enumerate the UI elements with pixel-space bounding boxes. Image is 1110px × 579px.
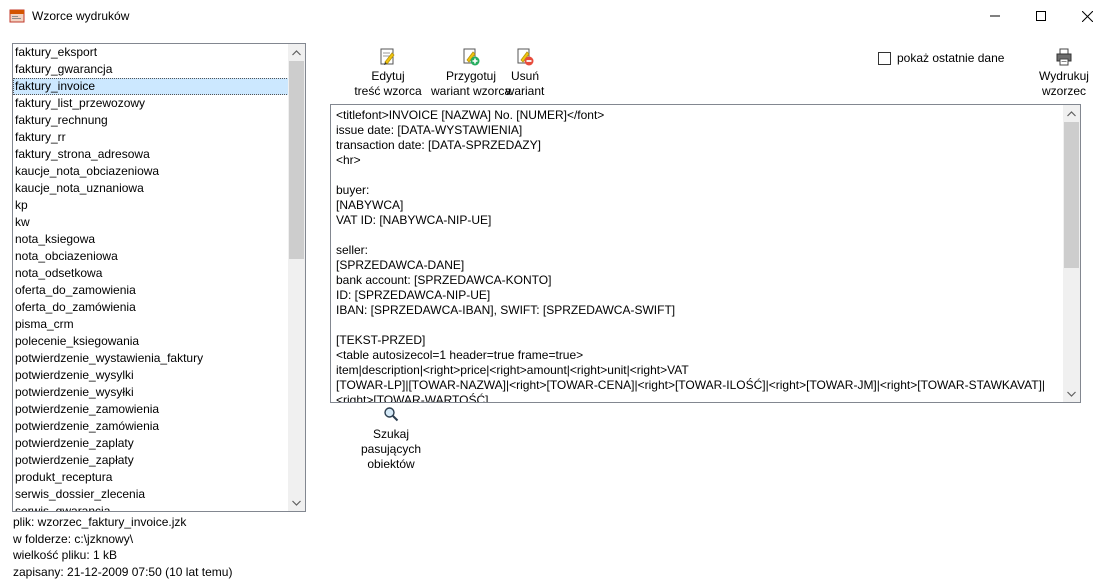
list-item[interactable]: polecenie_ksiegowania xyxy=(13,333,289,350)
editor-scrollbar[interactable] xyxy=(1063,105,1080,402)
editor-line: [NABYWCA] xyxy=(336,198,404,212)
chevron-down-icon xyxy=(1067,391,1076,397)
editor-line: <table autosizecol=1 header=true frame=t… xyxy=(336,348,584,362)
folder-text: w folderze: c:\jzknowy\ xyxy=(13,531,134,546)
scroll-thumb[interactable] xyxy=(289,61,304,259)
list-item[interactable]: nota_obciazeniowa xyxy=(13,248,289,265)
list-item[interactable]: kaucje_nota_obciazeniowa xyxy=(13,163,289,180)
magnifier-icon xyxy=(384,407,399,422)
list-item[interactable]: oferta_do_zamówienia xyxy=(13,299,289,316)
editor-line: item|description|<right>price|<right>amo… xyxy=(336,363,689,377)
print-template-button[interactable]: Wydrukuj wzorzec xyxy=(1034,48,1094,99)
maximize-button[interactable] xyxy=(1018,0,1064,32)
list-item[interactable]: faktury_invoice xyxy=(13,78,289,95)
list-item[interactable]: faktury_rr xyxy=(13,129,289,146)
delete-variant-icon xyxy=(517,48,534,66)
chevron-down-icon xyxy=(292,500,301,506)
list-item[interactable]: kp xyxy=(13,197,289,214)
saved-date-text: zapisany: 21-12-2009 07:50 (10 lat temu) xyxy=(13,564,233,579)
list-item[interactable]: potwierdzenie_zaplaty xyxy=(13,435,289,452)
editor-scroll-up-button[interactable] xyxy=(1063,105,1080,122)
checkbox-box[interactable] xyxy=(878,51,891,65)
list-item[interactable]: pisma_crm xyxy=(13,316,289,333)
editor-line: IBAN: [SPRZEDAWCA-IBAN], SWIFT: [SPRZEDA… xyxy=(336,303,676,317)
chevron-up-icon xyxy=(1067,110,1076,116)
delete-variant-button[interactable]: Usuń wariant xyxy=(500,48,550,99)
search-label-line1: Szukaj xyxy=(372,427,410,441)
edit-template-button[interactable]: Edytuj treść wzorca xyxy=(346,48,430,99)
list-item[interactable]: potwierdzenie_wysyłki xyxy=(13,384,289,401)
editor-line: buyer: xyxy=(336,183,370,197)
scroll-up-button[interactable] xyxy=(288,44,305,61)
search-matching-objects-button[interactable]: Szukaj pasujących obiektów xyxy=(336,406,446,472)
list-item[interactable]: nota_ksiegowa xyxy=(13,231,289,248)
file-name-text: plik: wzorzec_faktury_invoice.jzk xyxy=(13,515,187,529)
close-icon xyxy=(1081,10,1093,22)
editor-scroll-down-button[interactable] xyxy=(1063,385,1080,402)
editor-line: [TOWAR-LP]|[TOWAR-NAZWA]|<right>[TOWAR-C… xyxy=(336,378,1046,392)
editor-line: [SPRZEDAWCA-DANE] xyxy=(336,258,465,272)
editor-line: <titlefont>INVOICE [NAZWA] No. [NUMER]</… xyxy=(336,108,605,122)
list-item[interactable]: serwis_gwarancja xyxy=(13,503,289,511)
chevron-up-icon xyxy=(292,49,301,55)
window-title: Wzorce wydruków xyxy=(32,9,130,23)
edit-icon xyxy=(380,48,395,65)
list-item[interactable]: faktury_list_przewozowy xyxy=(13,95,289,112)
editor-line: seller: xyxy=(336,243,369,257)
scroll-down-button[interactable] xyxy=(288,494,305,511)
editor-scroll-thumb[interactable] xyxy=(1064,122,1079,268)
list-item[interactable]: produkt_receptura xyxy=(13,469,289,486)
list-item[interactable]: serwis_dossier_zlecenia xyxy=(13,486,289,503)
title-bar: Wzorce wydruków xyxy=(0,0,1110,32)
template-list-scrollbar[interactable] xyxy=(288,44,305,511)
file-size-text: wielkość pliku: 1 kB xyxy=(13,548,118,562)
editor-line: [TEKST-PRZED] xyxy=(336,333,426,347)
list-item[interactable]: kw xyxy=(13,214,289,231)
editor-line: <right>[TOWAR-WARTOŚĆ] xyxy=(336,393,489,403)
template-list-items: faktury_eksport faktury_gwarancja faktury_… xyxy=(13,44,289,511)
list-item[interactable]: nota_odsetkowa xyxy=(13,265,289,282)
printer-icon xyxy=(1056,48,1072,66)
search-label-line2: pasujących obiektów xyxy=(360,442,422,471)
editor-line: VAT ID: [NABYWCA-NIP-UE] xyxy=(336,213,492,227)
maximize-icon xyxy=(1036,11,1046,21)
show-last-data-label: pokaż ostatnie dane xyxy=(897,51,1005,65)
list-item[interactable]: faktury_strona_adresowa xyxy=(13,146,289,163)
template-content-editor[interactable]: <titlefont>INVOICE [NAZWA] No. [NUMER]</… xyxy=(330,104,1081,403)
template-list[interactable]: faktury_eksport faktury_gwarancja faktury_… xyxy=(12,43,306,512)
print-label-line2: wzorzec xyxy=(1041,84,1086,98)
file-info: plik: wzorzec_faktury_invoice.jzk w fold… xyxy=(13,514,232,579)
close-button[interactable] xyxy=(1064,0,1110,32)
list-item[interactable]: faktury_rechnung xyxy=(13,112,289,129)
list-item[interactable]: potwierdzenie_wystawienia_faktury xyxy=(13,350,289,367)
list-item[interactable]: potwierdzenie_zamówienia xyxy=(13,418,289,435)
app-icon xyxy=(9,9,25,23)
list-item[interactable]: potwierdzenie_zamowienia xyxy=(13,401,289,418)
edit-label-line2: treść wzorca xyxy=(354,84,422,98)
editor-line: issue date: [DATA-WYSTAWIENIA] xyxy=(336,123,523,137)
editor-line: bank account: [SPRZEDAWCA-KONTO] xyxy=(336,273,552,287)
list-item[interactable]: kaucje_nota_uznaniowa xyxy=(13,180,289,197)
minimize-button[interactable] xyxy=(972,0,1018,32)
edit-label-line1: Edytuj xyxy=(371,69,405,83)
delete-label-line2: wariant xyxy=(505,84,545,98)
print-label-line1: Wydrukuj xyxy=(1039,69,1089,83)
list-item[interactable]: oferta_do_zamowienia xyxy=(13,282,289,299)
list-item[interactable]: faktury_gwarancja xyxy=(13,61,289,78)
editor-line: transaction date: [DATA-SPRZEDAZY] xyxy=(336,138,541,152)
add-variant-icon xyxy=(463,48,480,66)
template-content-text[interactable]: <titlefont>INVOICE [NAZWA] No. [NUMER]</… xyxy=(336,108,1062,403)
list-item[interactable]: potwierdzenie_wysylki xyxy=(13,367,289,384)
editor-line: <hr> xyxy=(336,153,361,167)
show-last-data-checkbox[interactable]: pokaż ostatnie dane xyxy=(878,51,1004,65)
delete-label-line1: Usuń xyxy=(510,69,539,83)
editor-line: ID: [SPRZEDAWCA-NIP-UE] xyxy=(336,288,491,302)
list-item[interactable]: potwierdzenie_zapłaty xyxy=(13,452,289,469)
minimize-icon xyxy=(990,15,1000,17)
list-item[interactable]: faktury_eksport xyxy=(13,44,289,61)
